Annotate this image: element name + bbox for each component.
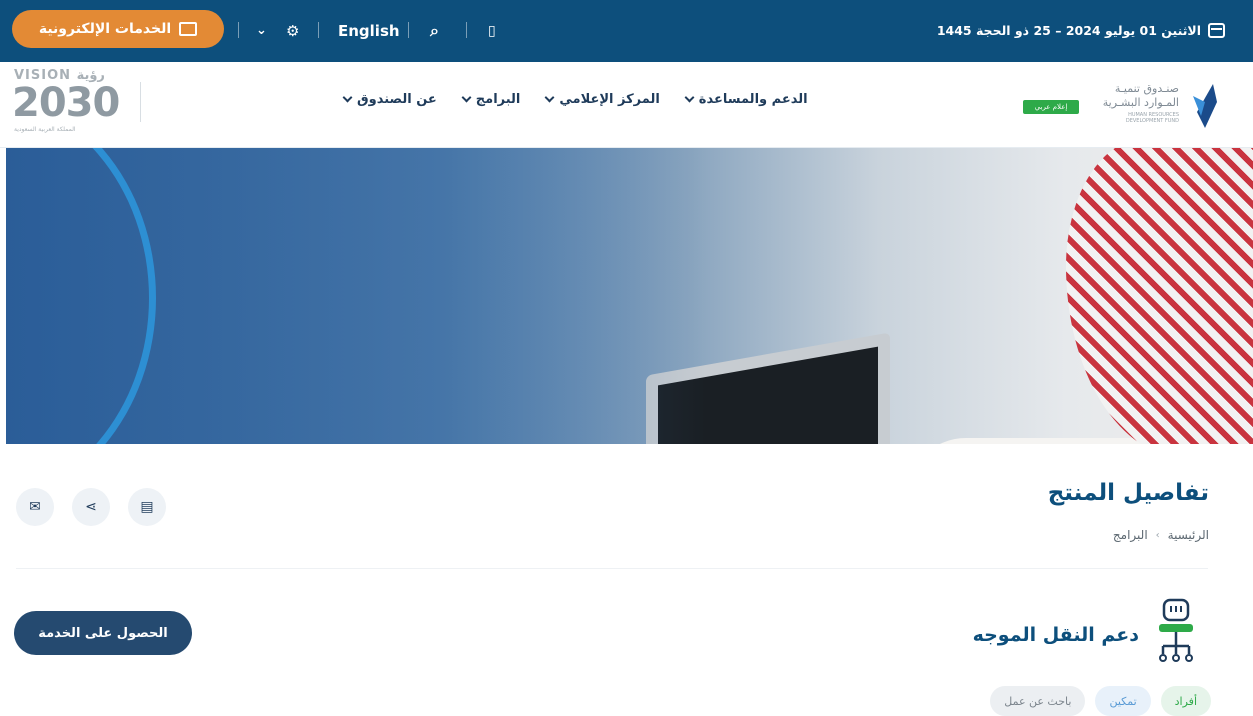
hrdf-mark-icon (1193, 84, 1217, 128)
eservices-button[interactable]: الخدمات الإلكترونية (12, 10, 224, 48)
hero-banner (6, 148, 1253, 444)
print-icon[interactable]: ▤ (128, 488, 166, 526)
chevron-down-icon (684, 92, 695, 103)
nav-item-media-center[interactable]: المركز الإعلامي (544, 92, 660, 107)
nav-label: المركز الإعلامي (559, 92, 660, 107)
vision-subtext: المملكة العربية السعودية (14, 126, 76, 133)
accessibility-icon[interactable]: ⚙ (286, 18, 299, 44)
office-chair-icon (1159, 598, 1193, 662)
breadcrumb-programs[interactable]: البرامج (1113, 528, 1148, 542)
divider (466, 22, 467, 38)
breadcrumb-separator: › (1155, 529, 1160, 541)
breadcrumb-home[interactable]: الرئيسية (1168, 528, 1209, 542)
divider (408, 22, 409, 38)
brand-name-line1: صنـدوق تنميـة (1114, 82, 1179, 95)
service-title: دعم النقل الموجه (972, 624, 1139, 646)
tag-empowerment[interactable]: تمكين (1095, 686, 1151, 716)
chevron-down-icon (461, 92, 472, 103)
nav-label: الدعم والمساعدة (698, 92, 808, 107)
chevron-down-icon[interactable]: ⌄ (256, 18, 267, 44)
divider (16, 568, 1208, 569)
calendar-icon (1208, 23, 1225, 38)
nav-item-about[interactable]: عن الصندوق (342, 92, 437, 107)
hrdf-logo[interactable]: صنـدوق تنميـة المـوارد البشـرية HUMAN RE… (1023, 72, 1223, 138)
divider (318, 22, 319, 38)
language-toggle[interactable]: English (338, 18, 400, 44)
top-bar: الخدمات الإلكترونية ⌄ ⚙ English ⌕ ▯ الاث… (0, 0, 1253, 62)
chevron-down-icon (342, 92, 353, 103)
monitor-icon (179, 22, 198, 36)
breadcrumb: الرئيسية › البرامج (1113, 528, 1209, 542)
mobile-icon[interactable]: ▯ (488, 18, 496, 44)
nav-label: عن الصندوق (357, 92, 437, 107)
eservices-label: الخدمات الإلكترونية (38, 21, 172, 37)
service-tags: أفراد تمكين باحث عن عمل (990, 686, 1211, 716)
tag-individuals[interactable]: أفراد (1160, 686, 1211, 716)
date-display: الاثنين 01 يوليو 2024 – 25 ذو الحجة 1445 (936, 23, 1201, 38)
divider (238, 22, 239, 38)
vision-2030-logo[interactable]: VISION رؤية 2030 المملكة العربية السعودي… (12, 66, 122, 142)
get-service-button[interactable]: الحصول على الخدمة (14, 611, 192, 655)
search-icon[interactable]: ⌕ (430, 18, 439, 44)
hero-shemagh (1066, 148, 1253, 444)
nav-label: البرامج (475, 92, 521, 107)
main-menu: عن الصندوق البرامج المركز الإعلامي الدعم… (342, 92, 810, 107)
share-actions: ✉ ⋖ ▤ (16, 488, 166, 526)
brand-name-en: HUMAN RESOURCES DEVELOPMENT FUND (1125, 112, 1179, 124)
brand-name-line2: المـوارد البشـرية (1102, 96, 1179, 109)
divider (140, 82, 141, 122)
chevron-down-icon (544, 92, 555, 103)
tag-job-seeker[interactable]: باحث عن عمل (990, 686, 1086, 716)
vision-year: 2030 (12, 80, 120, 126)
email-icon[interactable]: ✉ (16, 488, 54, 526)
share-icon[interactable]: ⋖ (72, 488, 110, 526)
brand-badge: إعلام عربي (1023, 100, 1079, 114)
nav-item-support[interactable]: الدعم والمساعدة (684, 92, 808, 107)
page-title: تفاصيل المنتج (1047, 480, 1209, 506)
nav-item-programs[interactable]: البرامج (461, 92, 521, 107)
